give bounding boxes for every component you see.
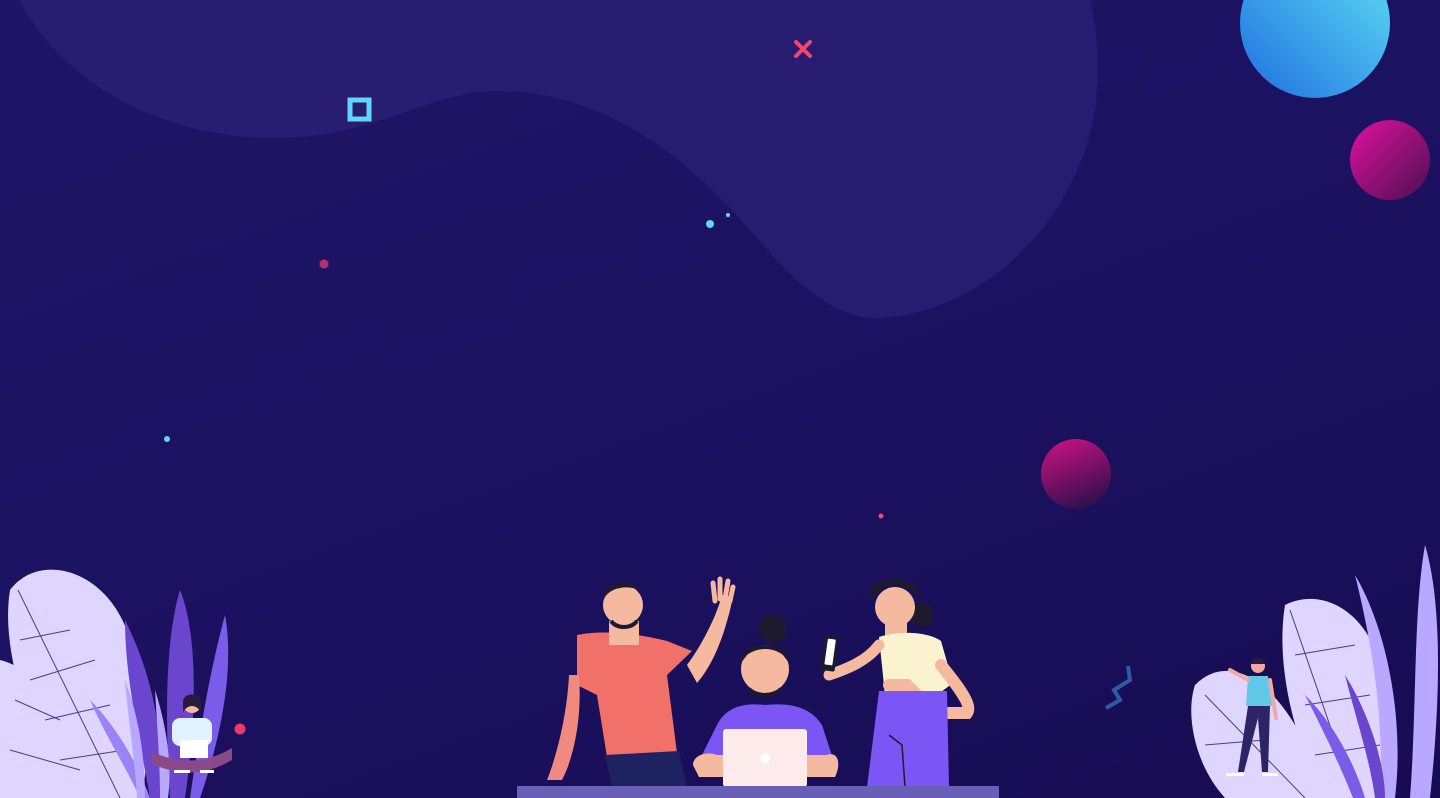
planet-icon [1240, 0, 1390, 98]
sitting-person-illustration [152, 694, 232, 773]
team-illustration [517, 576, 999, 798]
planet-icon [1350, 120, 1430, 200]
zigzag-icon [1105, 665, 1133, 710]
standing-person-illustration [1226, 658, 1278, 776]
planet-icon [1041, 439, 1111, 509]
